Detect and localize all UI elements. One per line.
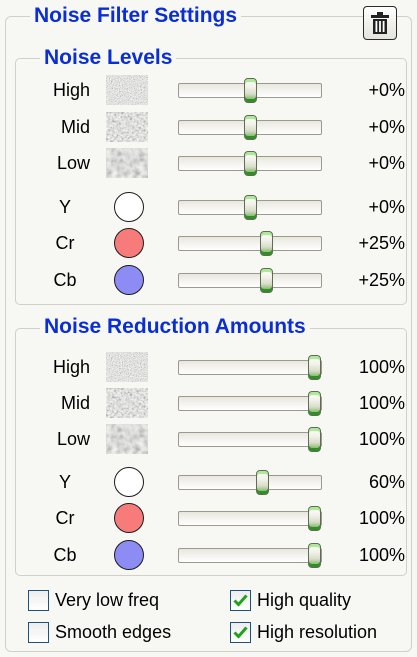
noise-mid-texture-icon <box>106 388 148 418</box>
slider-thumb[interactable] <box>308 506 321 531</box>
noise-levels-title: Noise Levels <box>40 46 177 70</box>
value-high: +0% <box>368 80 405 100</box>
slider-noise-reduction-cr[interactable] <box>178 506 322 531</box>
color-circle-cb-icon <box>114 540 144 570</box>
noise-mid-texture-icon <box>106 112 148 142</box>
slider-thumb[interactable] <box>244 115 257 140</box>
slider-noise-levels-cb[interactable] <box>178 268 322 293</box>
color-circle-cb-icon <box>114 265 144 295</box>
value-low: 100% <box>358 429 405 449</box>
slider-thumb[interactable] <box>308 391 321 416</box>
slider-thumb[interactable] <box>260 231 273 256</box>
label-very-low-freq[interactable]: Very low freq <box>55 589 159 611</box>
value-y: +0% <box>368 197 405 217</box>
row-label-high: High <box>52 80 90 100</box>
slider-thumb[interactable] <box>244 78 257 103</box>
noise-mid-texture-swatch <box>106 388 148 418</box>
value-low: +0% <box>368 153 405 173</box>
color-circle-y-icon <box>114 467 144 497</box>
row-label-y: Y <box>58 472 71 492</box>
color-circle-cr-icon <box>114 228 144 258</box>
slider-noise-levels-cr[interactable] <box>178 231 322 256</box>
trash-can-icon <box>371 12 389 34</box>
value-high: 100% <box>358 357 405 377</box>
slider-thumb[interactable] <box>260 268 273 293</box>
row-label-low: Low <box>56 429 90 449</box>
color-circle-y-icon <box>114 192 144 222</box>
noise-reduction-title: Noise Reduction Amounts <box>40 315 310 339</box>
row-label-mid: Mid <box>60 393 90 413</box>
slider-noise-levels-high[interactable] <box>178 78 322 103</box>
slider-thumb[interactable] <box>256 470 269 495</box>
checkbox-high-resolution[interactable] <box>230 622 251 643</box>
slider-noise-reduction-high[interactable] <box>178 355 322 380</box>
row-label-cr: Cr <box>55 233 75 253</box>
checkbox-high-quality[interactable] <box>230 590 251 611</box>
label-high-resolution[interactable]: High resolution <box>257 621 377 643</box>
slider-noise-reduction-cb[interactable] <box>178 543 322 568</box>
slider-noise-levels-low[interactable] <box>178 151 322 176</box>
noise-high-texture-swatch <box>106 75 148 105</box>
slider-noise-levels-y[interactable] <box>178 195 322 220</box>
value-mid: 100% <box>358 393 405 413</box>
noise-high-texture-swatch <box>106 352 148 382</box>
slider-noise-reduction-y[interactable] <box>178 470 322 495</box>
row-label-cb: Cb <box>53 545 77 565</box>
row-label-low: Low <box>56 153 90 173</box>
value-cr: +25% <box>358 233 405 253</box>
noise-low-texture-swatch <box>106 148 148 178</box>
window-title: Noise Filter Settings <box>30 4 242 28</box>
color-circle-cr-icon <box>114 503 144 533</box>
noise-low-texture-swatch <box>106 424 148 454</box>
value-cb: +25% <box>358 270 405 290</box>
row-label-y: Y <box>58 197 71 217</box>
slider-thumb[interactable] <box>244 195 257 220</box>
noise-mid-texture-swatch <box>106 112 148 142</box>
value-mid: +0% <box>368 117 405 137</box>
noise-high-texture-icon <box>106 75 148 105</box>
value-cb: 100% <box>358 545 405 565</box>
noise-low-texture-icon <box>106 424 148 454</box>
slider-noise-reduction-low[interactable] <box>178 427 322 452</box>
slider-noise-reduction-mid[interactable] <box>178 391 322 416</box>
checkmark-icon <box>233 594 248 607</box>
checkbox-very-low-freq[interactable] <box>28 590 49 611</box>
slider-noise-levels-mid[interactable] <box>178 115 322 140</box>
label-smooth-edges[interactable]: Smooth edges <box>55 621 171 643</box>
slider-thumb[interactable] <box>308 427 321 452</box>
slider-thumb[interactable] <box>244 151 257 176</box>
row-label-cb: Cb <box>53 270 77 290</box>
checkmark-icon <box>233 626 248 639</box>
row-label-high: High <box>52 357 90 377</box>
row-label-mid: Mid <box>60 117 90 137</box>
value-y: 60% <box>368 472 405 492</box>
label-high-quality[interactable]: High quality <box>257 589 351 611</box>
noise-low-texture-icon <box>106 148 148 178</box>
row-label-cr: Cr <box>55 508 75 528</box>
value-cr: 100% <box>358 508 405 528</box>
slider-thumb[interactable] <box>308 543 321 568</box>
checkbox-smooth-edges[interactable] <box>28 622 49 643</box>
delete-button[interactable] <box>363 6 397 40</box>
noise-high-texture-icon <box>106 352 148 382</box>
slider-thumb[interactable] <box>308 355 321 380</box>
